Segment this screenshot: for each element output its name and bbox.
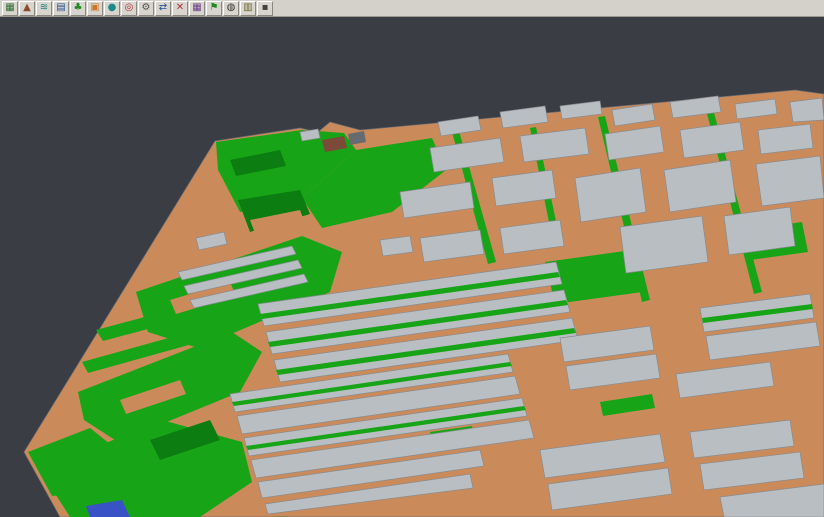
target-icon[interactable]: ◎ — [121, 1, 137, 16]
toolbar-icon-group: ▦ ▲ ≋ ▤ ♣ ▣ ● ◎ ⚙ ⇄ ✕ ▦ ⚑ ◍ ▥ ▪ — [2, 1, 274, 16]
layers-icon[interactable]: ▤ — [53, 1, 69, 16]
grid-icon[interactable]: ▦ — [189, 1, 205, 16]
main-toolbar: ▦ ▲ ≋ ▤ ♣ ▣ ● ◎ ⚙ ⇄ ✕ ▦ ⚑ ◍ ▥ ▪ — [0, 0, 824, 17]
water-surface-icon[interactable]: ≋ — [36, 1, 52, 16]
sphere-view-icon[interactable]: ● — [104, 1, 120, 16]
building-roof — [380, 236, 413, 256]
globe-icon[interactable]: ◍ — [223, 1, 239, 16]
settings-icon: ⚙ — [142, 3, 151, 13]
application-window: ▦ ▲ ≋ ▤ ♣ ▣ ● ◎ ⚙ ⇄ ✕ ▦ ⚑ ◍ ▥ ▪ — [0, 0, 824, 517]
close-tool-icon[interactable]: ✕ — [172, 1, 188, 16]
swap-view-icon: ⇄ — [159, 3, 167, 13]
block-model-icon: ▣ — [90, 3, 99, 13]
classify-icon[interactable]: ▥ — [240, 1, 256, 16]
building-roof — [575, 168, 646, 222]
grid-icon: ▦ — [192, 3, 201, 13]
building-roof — [756, 156, 824, 206]
close-tool-icon: ✕ — [176, 3, 184, 13]
sphere-view-icon: ● — [108, 3, 117, 13]
building-roof — [790, 98, 824, 122]
terrain-icon: ▲ — [23, 3, 31, 13]
open-dataset-icon: ▦ — [5, 3, 14, 13]
flag-icon[interactable]: ⚑ — [206, 1, 222, 16]
settings-icon[interactable]: ⚙ — [138, 1, 154, 16]
print-icon[interactable]: ▪ — [257, 1, 273, 16]
vegetation-icon: ♣ — [74, 3, 83, 13]
layers-icon: ▤ — [56, 3, 65, 13]
water-surface-icon: ≋ — [40, 3, 48, 13]
terrain-icon[interactable]: ▲ — [19, 1, 35, 16]
flag-icon: ⚑ — [210, 3, 219, 13]
block-model-icon[interactable]: ▣ — [87, 1, 103, 16]
vegetation-icon[interactable]: ♣ — [70, 1, 86, 16]
building-roof — [724, 207, 795, 255]
print-icon: ▪ — [262, 3, 269, 13]
classify-icon: ▥ — [243, 3, 252, 13]
open-dataset-icon[interactable]: ▦ — [2, 1, 18, 16]
viewport-3d-pointcloud[interactable] — [0, 0, 824, 517]
swap-view-icon[interactable]: ⇄ — [155, 1, 171, 16]
globe-icon: ◍ — [227, 3, 236, 13]
target-icon: ◎ — [125, 3, 134, 13]
